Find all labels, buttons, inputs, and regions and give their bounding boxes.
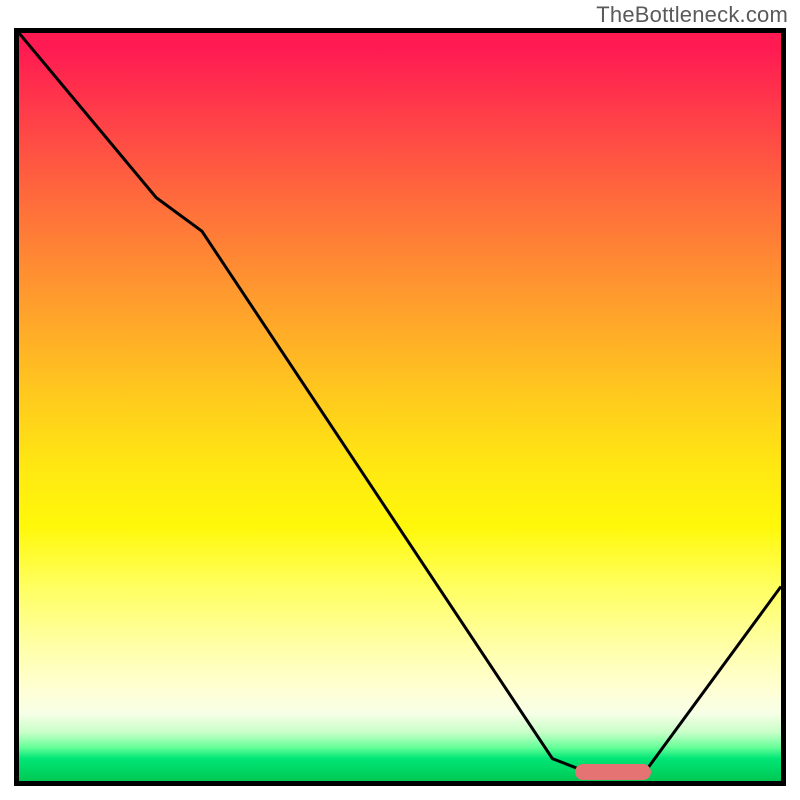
chart-frame [14, 28, 786, 786]
chart-container: TheBottleneck.com [0, 0, 800, 800]
chart-curve [19, 33, 781, 774]
optimal-range-marker [575, 764, 651, 780]
chart-curve-svg [19, 33, 781, 781]
watermark-text: TheBottleneck.com [596, 2, 788, 28]
chart-curve-layer [19, 33, 781, 781]
